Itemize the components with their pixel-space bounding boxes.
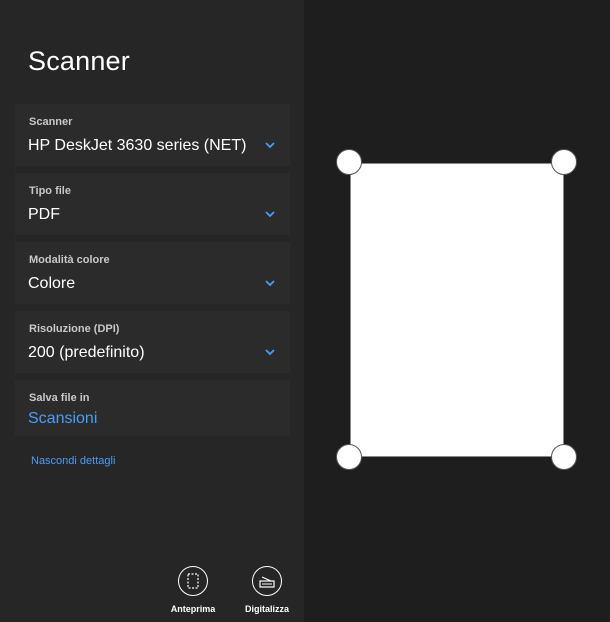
resolution-dropdown[interactable]: Risoluzione (DPI) 200 (predefinito) <box>15 311 290 373</box>
scan-preview-page <box>350 163 564 457</box>
crop-handle-bottom-right[interactable] <box>551 444 577 470</box>
scan-label: Digitalizza <box>244 604 289 614</box>
save-location-link[interactable]: Scansioni <box>28 410 97 428</box>
file-type-label: Tipo file <box>29 185 71 197</box>
chevron-down-icon <box>265 211 275 218</box>
resolution-label: Risoluzione (DPI) <box>29 323 120 335</box>
save-location-label: Salva file in <box>29 392 90 404</box>
scanner-value: HP DeskJet 3630 series (NET) <box>28 137 247 154</box>
preview-page-icon <box>178 566 208 596</box>
page-title: Scanner <box>28 46 130 76</box>
scan-button[interactable]: Digitalizza <box>237 566 297 614</box>
crop-handle-bottom-left[interactable] <box>336 444 362 470</box>
preview-label: Anteprima <box>170 604 216 614</box>
save-location-field: Salva file in Scansioni <box>15 380 290 436</box>
file-type-value: PDF <box>28 206 60 223</box>
settings-panel: Scanner Scanner HP DeskJet 3630 series (… <box>0 0 304 622</box>
color-mode-dropdown[interactable]: Modalità colore Colore <box>15 242 290 304</box>
crop-handle-top-left[interactable] <box>336 149 362 175</box>
color-mode-label: Modalità colore <box>29 254 110 266</box>
crop-handle-top-right[interactable] <box>551 149 577 175</box>
chevron-down-icon <box>265 280 275 287</box>
scanner-icon <box>252 566 282 596</box>
resolution-value: 200 (predefinito) <box>28 344 145 361</box>
chevron-down-icon <box>265 142 275 149</box>
scanner-label: Scanner <box>29 116 73 128</box>
scanner-dropdown[interactable]: Scanner HP DeskJet 3630 series (NET) <box>15 104 290 166</box>
hide-details-link[interactable]: Nascondi dettagli <box>31 455 115 467</box>
file-type-dropdown[interactable]: Tipo file PDF <box>15 173 290 235</box>
preview-button[interactable]: Anteprima <box>163 566 223 614</box>
scanner-app: Scanner Scanner HP DeskJet 3630 series (… <box>0 0 610 622</box>
color-mode-value: Colore <box>28 275 76 292</box>
chevron-down-icon <box>265 349 275 356</box>
